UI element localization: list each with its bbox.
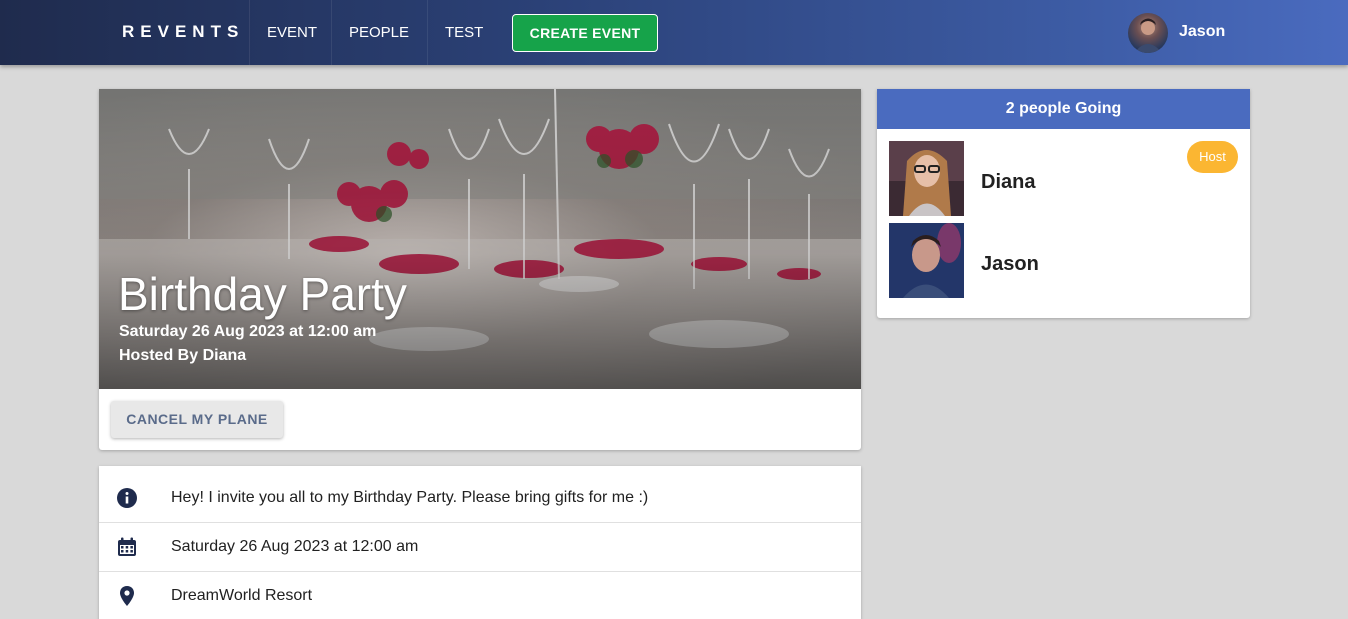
nav-item-test[interactable]: TEST — [427, 0, 500, 65]
create-event-button[interactable]: CREATE EVENT — [512, 14, 658, 52]
attendee-photo[interactable] — [889, 223, 964, 298]
attendee-name[interactable]: Jason — [981, 253, 1039, 276]
user-avatar[interactable] — [1128, 13, 1168, 53]
calendar-icon — [117, 537, 137, 557]
event-date-detail: Saturday 26 Aug 2023 at 12:00 am — [171, 538, 419, 555]
attendee-item[interactable]: Diana Host — [889, 141, 1238, 217]
map-marker-icon — [117, 586, 137, 606]
attendee-photo[interactable] — [889, 141, 964, 216]
user-name[interactable]: Jason — [1179, 23, 1225, 41]
attendees-header: 2 people Going — [877, 89, 1250, 129]
detail-row-venue: DreamWorld Resort — [99, 572, 861, 619]
info-icon — [117, 488, 137, 508]
attendee-name[interactable]: Diana — [981, 171, 1035, 194]
nav-item-people[interactable]: PEOPLE — [331, 0, 426, 65]
brand-logo[interactable]: REVENTS — [122, 22, 244, 42]
event-date: Saturday 26 Aug 2023 at 12:00 am — [119, 323, 377, 340]
event-details-card: Hey! I invite you all to my Birthday Par… — [99, 466, 861, 619]
event-host: Hosted By Diana — [119, 347, 247, 364]
detail-row-date: Saturday 26 Aug 2023 at 12:00 am — [99, 523, 861, 572]
event-header-card: Birthday Party Saturday 26 Aug 2023 at 1… — [99, 89, 861, 450]
event-cover-image: Birthday Party Saturday 26 Aug 2023 at 1… — [99, 89, 861, 389]
cover-image-overlay — [99, 89, 861, 389]
event-title: Birthday Party — [118, 268, 407, 320]
attendee-item[interactable]: Jason — [889, 223, 1238, 299]
nav-item-event[interactable]: EVENT — [249, 0, 334, 65]
attendees-card: 2 people Going Diana Host Jason — [877, 89, 1250, 318]
user-avatar-image — [1134, 18, 1162, 53]
top-navbar: REVENTS EVENT PEOPLE TEST CREATE EVENT J… — [0, 0, 1348, 65]
host-badge: Host — [1187, 141, 1238, 173]
event-venue: DreamWorld Resort — [171, 587, 313, 604]
cancel-my-place-button[interactable]: CANCEL MY PLANE — [111, 401, 283, 438]
event-description: Hey! I invite you all to my Birthday Par… — [171, 489, 649, 506]
detail-row-description: Hey! I invite you all to my Birthday Par… — [99, 474, 861, 523]
